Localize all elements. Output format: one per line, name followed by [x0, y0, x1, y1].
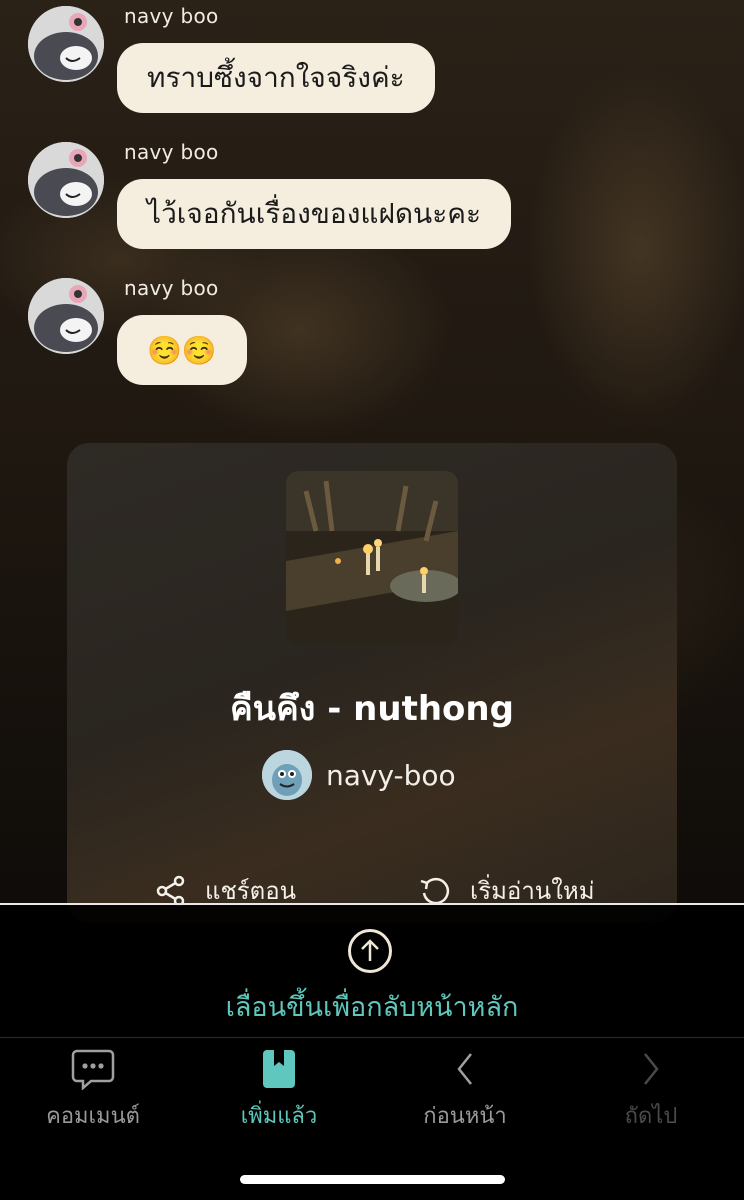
sender-name: navy boo — [124, 4, 219, 28]
sender-avatar[interactable] — [28, 142, 104, 218]
restart-icon — [420, 877, 450, 904]
story-end-card: คืนคึง - nuthong navy-boo แชร์ตอน เริ่มอ… — [67, 443, 677, 923]
candles-cover-icon — [286, 471, 458, 643]
author-name: navy-boo — [326, 758, 456, 792]
author-avatar — [262, 750, 312, 800]
tab-comments-label: คอมเมนต์ — [46, 1104, 140, 1129]
bookmark-book-icon — [263, 1050, 295, 1088]
comment-icon — [71, 1049, 115, 1090]
tab-added[interactable]: เพิ่มแล้ว — [186, 1038, 372, 1138]
monster-avatar-icon — [262, 750, 312, 800]
message-bubble[interactable]: ☺️☺️ — [117, 315, 247, 385]
share-icon — [156, 875, 185, 906]
arrow-up-icon — [348, 929, 392, 973]
tab-comments[interactable]: คอมเมนต์ — [0, 1038, 186, 1138]
tab-added-label: เพิ่มแล้ว — [240, 1104, 318, 1129]
tab-previous[interactable]: ก่อนหน้า — [372, 1038, 558, 1138]
story-cover-image[interactable] — [286, 471, 458, 643]
kuromi-avatar-icon — [28, 142, 104, 218]
home-indicator[interactable] — [240, 1175, 505, 1184]
scroll-up-prompt[interactable]: เลื่อนขึ้นเพื่อกลับหน้าหลัก — [0, 903, 744, 1039]
message-bubble[interactable]: ไว้เจอกันเรื่องของแฝดนะคะ — [117, 179, 512, 249]
story-title: คืนคึง - nuthong — [230, 689, 514, 729]
tab-next[interactable]: ถัดไป — [558, 1038, 744, 1138]
story-author[interactable]: navy-boo — [262, 749, 456, 801]
kuromi-avatar-icon — [28, 6, 104, 82]
tab-previous-label: ก่อนหน้า — [423, 1104, 507, 1129]
sender-avatar[interactable] — [28, 6, 104, 82]
sender-name: navy boo — [124, 140, 219, 164]
message-bubble[interactable]: ทราบซึ้งจากใจจริงค่ะ — [117, 43, 435, 113]
sender-avatar[interactable] — [28, 278, 104, 354]
chevron-right-icon — [644, 1053, 659, 1085]
kuromi-avatar-icon — [28, 278, 104, 354]
tab-next-label: ถัดไป — [624, 1104, 678, 1129]
scroll-up-text: เลื่อนขึ้นเพื่อกลับหน้าหลัก — [225, 992, 519, 1023]
chevron-left-icon — [457, 1053, 472, 1085]
sender-name: navy boo — [124, 276, 219, 300]
